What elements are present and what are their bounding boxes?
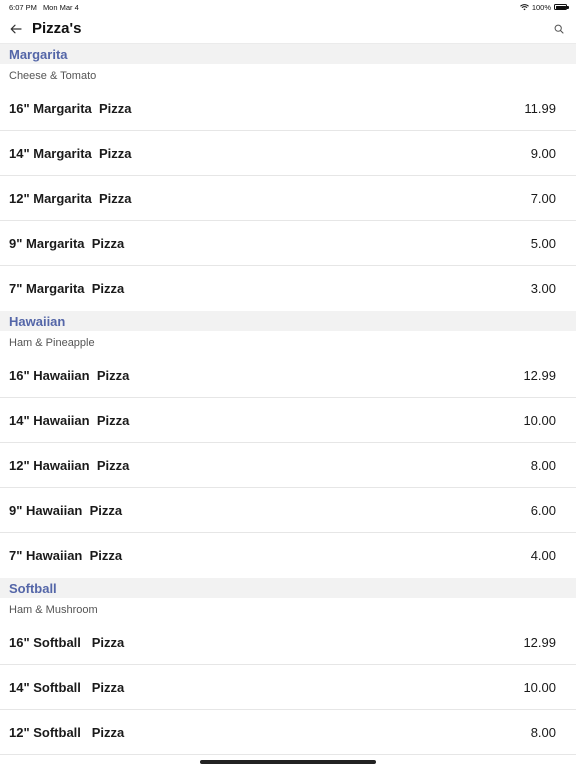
home-indicator[interactable] bbox=[200, 760, 376, 764]
item-price: 8.00 bbox=[530, 457, 556, 473]
section-subtitle: Cheese & Tomato bbox=[9, 69, 97, 82]
menu-item[interactable]: 9" Hawaiian Pizza 6.00 bbox=[0, 488, 576, 533]
wifi-icon bbox=[519, 3, 529, 10]
item-name: 16" Hawaiian Pizza bbox=[9, 368, 130, 383]
item-price: 7.00 bbox=[530, 190, 556, 206]
item-price: 3.00 bbox=[530, 281, 556, 296]
menu-item[interactable]: 9" Margarita Pizza 5.00 bbox=[0, 221, 576, 266]
item-price: 5.00 bbox=[530, 235, 556, 251]
menu-item[interactable]: 12" Margarita Pizza 7.00 bbox=[0, 176, 576, 221]
section-header: Margarita bbox=[0, 44, 576, 64]
item-price: 10.00 bbox=[523, 412, 556, 428]
item-name: 16" Softball Pizza bbox=[9, 635, 125, 650]
menu-list: Margarita Cheese & Tomato 16" Margarita … bbox=[0, 44, 576, 755]
item-price: 10.00 bbox=[523, 679, 556, 695]
menu-item[interactable]: 12" Softball Pizza 8.00 bbox=[0, 710, 576, 755]
item-name: 12" Hawaiian Pizza bbox=[9, 457, 130, 473]
item-name: 16" Margarita Pizza bbox=[9, 101, 132, 116]
item-name: 14" Softball Pizza bbox=[9, 679, 125, 695]
section-title: Softball bbox=[9, 580, 57, 596]
item-price: 12.99 bbox=[523, 635, 556, 650]
section-header: Hawaiian bbox=[0, 311, 576, 331]
section-softball: Softball Ham & Mushroom 16" Softball Piz… bbox=[0, 578, 576, 755]
item-price: 11.99 bbox=[524, 101, 556, 116]
item-name: 12" Softball Pizza bbox=[9, 724, 125, 740]
section-margarita: Margarita Cheese & Tomato 16" Margarita … bbox=[0, 44, 576, 311]
section-subtitle: Ham & Mushroom bbox=[9, 603, 98, 616]
page-title: Pizza's bbox=[32, 20, 82, 37]
menu-item[interactable]: 16" Margarita Pizza 11.99 bbox=[0, 87, 576, 131]
section-subtitle: Ham & Pineapple bbox=[9, 336, 95, 349]
battery-icon bbox=[554, 4, 569, 10]
status-right: 100% bbox=[519, 2, 569, 12]
arrow-left-icon bbox=[10, 24, 22, 33]
search-button[interactable] bbox=[551, 21, 567, 37]
menu-item[interactable]: 16" Hawaiian Pizza 12.99 bbox=[0, 354, 576, 398]
item-name: 14" Hawaiian Pizza bbox=[9, 412, 130, 428]
item-name: 12" Margarita Pizza bbox=[9, 190, 132, 206]
menu-item[interactable]: 14" Softball Pizza 10.00 bbox=[0, 665, 576, 710]
item-price: 8.00 bbox=[530, 724, 556, 740]
item-price: 9.00 bbox=[530, 145, 556, 161]
status-time: 6:07 PM bbox=[9, 2, 37, 12]
section-hawaiian: Hawaiian Ham & Pineapple 16" Hawaiian Pi… bbox=[0, 311, 576, 578]
menu-item[interactable]: 14" Hawaiian Pizza 10.00 bbox=[0, 398, 576, 443]
item-price: 4.00 bbox=[530, 548, 556, 563]
item-name: 9" Hawaiian Pizza bbox=[9, 502, 123, 518]
status-date: Mon Mar 4 bbox=[42, 2, 79, 12]
menu-item[interactable]: 7" Margarita Pizza 3.00 bbox=[0, 266, 576, 311]
app-header: Pizza's bbox=[0, 14, 576, 44]
item-price: 12.99 bbox=[523, 368, 556, 383]
status-bar: 6:07 PM Mon Mar 4 100% bbox=[0, 0, 576, 14]
section-title: Margarita bbox=[9, 46, 68, 62]
menu-item[interactable]: 14" Margarita Pizza 9.00 bbox=[0, 131, 576, 176]
item-name: 7" Hawaiian Pizza bbox=[9, 548, 123, 563]
item-name: 7" Margarita Pizza bbox=[9, 281, 125, 296]
section-header: Softball bbox=[0, 578, 576, 598]
battery-percent: 100% bbox=[531, 2, 551, 12]
menu-item[interactable]: 7" Hawaiian Pizza 4.00 bbox=[0, 533, 576, 578]
section-title: Hawaiian bbox=[9, 313, 66, 329]
status-left: 6:07 PM Mon Mar 4 bbox=[9, 3, 79, 12]
back-button[interactable] bbox=[9, 22, 23, 36]
item-name: 9" Margarita Pizza bbox=[9, 235, 125, 251]
menu-item[interactable]: 16" Softball Pizza 12.99 bbox=[0, 621, 576, 665]
search-icon bbox=[554, 24, 564, 34]
menu-item[interactable]: 12" Hawaiian Pizza 8.00 bbox=[0, 443, 576, 488]
item-name: 14" Margarita Pizza bbox=[9, 145, 132, 161]
item-price: 6.00 bbox=[530, 502, 556, 518]
